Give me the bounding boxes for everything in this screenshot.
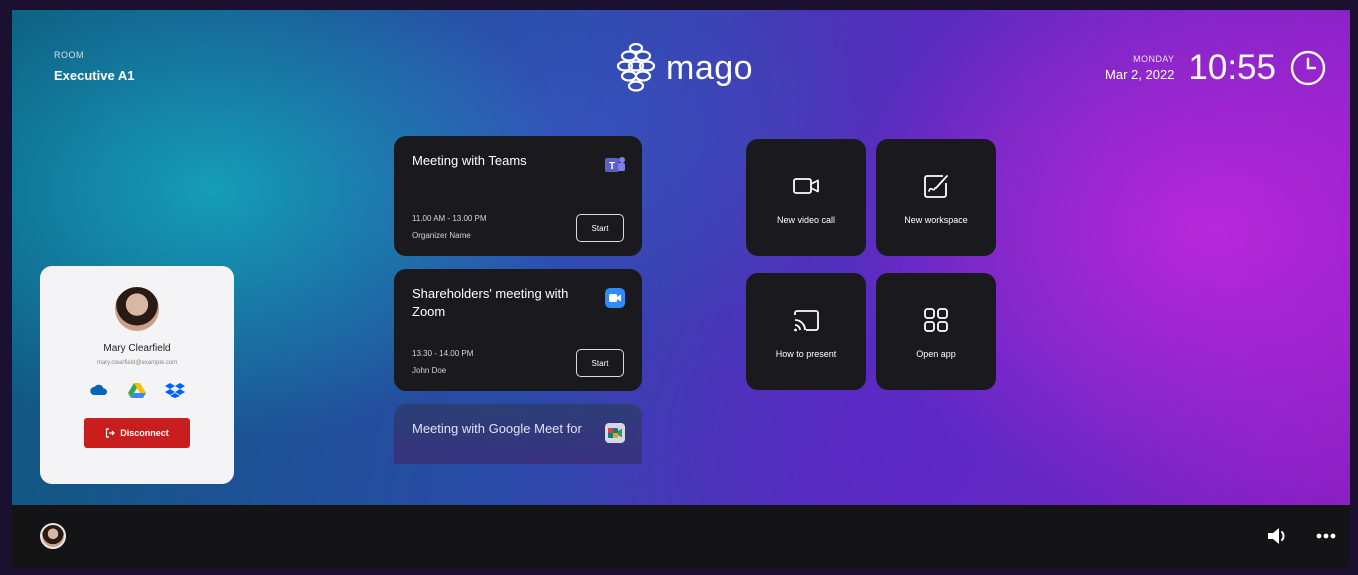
- bottom-bar: [12, 505, 1350, 567]
- disconnect-label: Disconnect: [120, 428, 169, 438]
- app-grid-icon: [924, 307, 948, 332]
- start-meeting-button[interactable]: Start: [576, 214, 624, 242]
- tile-label: New workspace: [904, 214, 968, 225]
- meeting-time: 11.00 AM - 13.00 PM: [412, 214, 487, 223]
- tile-label: Open app: [916, 348, 956, 359]
- cloud-storage-row: [89, 382, 185, 398]
- microsoft-teams-icon: T: [605, 157, 625, 172]
- tile-label: New video call: [776, 214, 836, 225]
- new-workspace-tile[interactable]: New workspace: [876, 139, 996, 256]
- tile-label: How to present: [775, 348, 837, 359]
- room-label: ROOM: [54, 50, 84, 60]
- date: Mar 2, 2022: [1105, 67, 1175, 82]
- open-app-tile[interactable]: Open app: [876, 273, 996, 390]
- zoom-icon: [605, 288, 625, 308]
- user-email: mary.clearfield@example.com: [96, 360, 178, 366]
- device-frame: ROOM Executive A1 mago MONDAY Mar 2, 202…: [0, 0, 1358, 575]
- meeting-title: Meeting with Teams: [412, 153, 527, 168]
- user-name: Mary Clearfield: [103, 343, 171, 354]
- cast-icon: [794, 309, 819, 331]
- disconnect-button[interactable]: Disconnect: [84, 418, 190, 448]
- pinecone-icon: [616, 42, 656, 92]
- dropbox-icon[interactable]: [165, 382, 185, 398]
- meeting-card[interactable]: Meeting with Google Meet for: [394, 404, 642, 464]
- user-card: Mary Clearfield mary.clearfield@example.…: [40, 266, 234, 484]
- meeting-organizer: Organizer Name: [412, 231, 471, 240]
- more-options-icon[interactable]: [1316, 527, 1336, 545]
- meeting-title: Shareholders' meeting with Zoom: [412, 286, 569, 319]
- clock-area: MONDAY Mar 2, 2022 10:55: [1105, 48, 1326, 88]
- meeting-card[interactable]: Meeting with Teams T 11.00 AM - 13.00 PM…: [394, 136, 642, 256]
- google-drive-icon[interactable]: [127, 382, 147, 398]
- meeting-card[interactable]: Shareholders' meeting with Zoom 13.30 - …: [394, 269, 642, 391]
- brand-logo: mago: [616, 40, 753, 96]
- new-video-call-tile[interactable]: New video call: [746, 139, 866, 256]
- how-to-present-tile[interactable]: How to present: [746, 273, 866, 390]
- time: 10:55: [1188, 48, 1276, 87]
- meeting-time: 13.30 - 14.00 PM: [412, 349, 474, 358]
- user-avatar-button[interactable]: [40, 523, 66, 549]
- volume-icon[interactable]: [1266, 525, 1290, 547]
- meeting-organizer: John Doe: [412, 366, 447, 375]
- meeting-title: Meeting with Google Meet for: [412, 421, 582, 436]
- workspace-edit-icon: [924, 174, 948, 198]
- room-name: Executive A1: [54, 68, 135, 83]
- svg-text:T: T: [609, 161, 615, 172]
- brand-name: mago: [666, 48, 754, 87]
- meeting-meta: 13.30 - 14.00 PM John Doe: [412, 349, 473, 375]
- date-block: MONDAY Mar 2, 2022: [1105, 54, 1174, 82]
- logout-icon: [106, 428, 116, 438]
- home-screen: ROOM Executive A1 mago MONDAY Mar 2, 202…: [12, 10, 1350, 567]
- start-meeting-button[interactable]: Start: [576, 349, 624, 377]
- avatar: [115, 287, 159, 331]
- onedrive-icon[interactable]: [89, 382, 109, 398]
- video-camera-icon: [793, 177, 819, 194]
- room-info: ROOM Executive A1: [54, 50, 134, 83]
- clock-icon: [1290, 50, 1326, 86]
- weekday: MONDAY: [1133, 54, 1175, 64]
- google-meet-icon: [605, 423, 625, 443]
- meeting-meta: 11.00 AM - 13.00 PM Organizer Name: [412, 214, 487, 240]
